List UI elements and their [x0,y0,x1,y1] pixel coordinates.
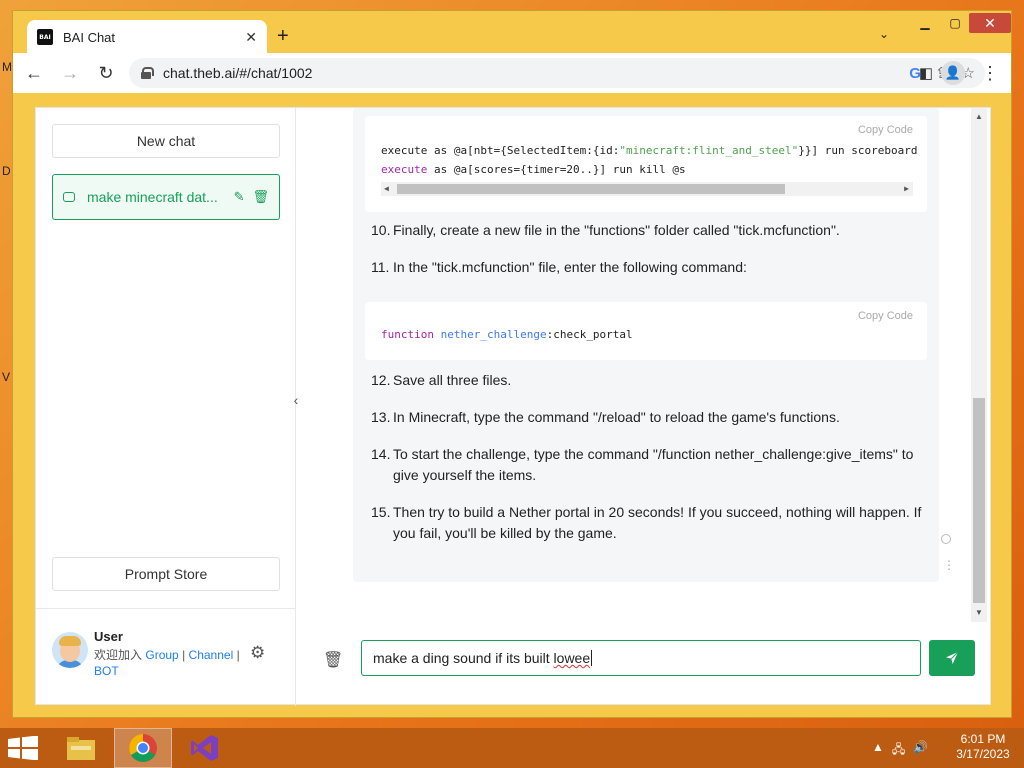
back-button[interactable]: ← [19,58,49,88]
taskbar-clock[interactable]: 6:01 PM 3/17/2023 [948,732,1018,762]
chat-main: Copy Code execute as @a[nbt={SelectedIte… [297,108,992,706]
send-button[interactable] [929,640,975,676]
side-panel-icon[interactable]: ◧ [911,58,941,88]
lock-icon[interactable] [141,67,154,79]
file-explorer-taskbar-button[interactable] [52,728,110,768]
reload-button[interactable]: ↻ [91,58,121,88]
code-line: function nether_challenge:check_portal [381,328,633,341]
list-item: 14. To start the challenge, type the comm… [371,446,914,483]
vertical-scrollbar[interactable]: ▲ ▼ [971,108,987,622]
user-panel: User 欢迎加入 Group | Channel | BOT ⚙ [36,608,296,706]
input-row: 🗑 make a ding sound if its built lowee [297,622,992,706]
horizontal-scrollbar[interactable]: ◀ ▶ [381,182,913,196]
assistant-message: Copy Code execute as @a[nbt={SelectedIte… [353,108,939,582]
show-hidden-icons-icon[interactable]: ▲ [872,740,884,761]
scrollbar-thumb[interactable] [973,398,985,603]
clear-chat-trash-icon[interactable]: 🗑 [323,650,343,670]
scroll-down-icon[interactable]: ▼ [975,608,983,617]
delete-icon[interactable]: 🗑 [252,189,269,205]
user-avatar [52,632,88,668]
browser-menu-icon[interactable]: ⋮ [975,58,1005,88]
chat-history-item[interactable]: make minecraft dat... ✎ 🗑 [52,174,280,220]
browser-window: BAI BAI Chat ✕ + ⌄ ▁ ▢ ✕ ← → ↻ chat.theb… [12,10,1012,718]
message-status-icon [941,534,951,544]
group-link[interactable]: Group [145,648,178,662]
system-tray: ▲ 🖧 🔊 [872,740,928,761]
code-block: Copy Code function nether_challenge:chec… [365,302,927,360]
scroll-right-icon[interactable]: ▶ [904,182,909,196]
desktop-icon-label[interactable]: V [2,370,10,384]
minimize-window-button[interactable]: ▁ [911,13,939,33]
text-caret [591,650,593,666]
desktop-icon-label[interactable]: D [2,164,11,178]
user-welcome-text: 欢迎加入 Group | Channel | BOT [94,647,244,679]
bai-favicon-icon: BAI [37,29,53,45]
new-tab-button[interactable]: + [277,25,289,47]
volume-icon[interactable]: 🔊 [913,740,928,761]
forward-button[interactable]: → [55,58,85,88]
scrollbar-thumb[interactable] [397,184,785,194]
visual-studio-taskbar-button[interactable] [176,728,234,768]
list-item: 11. In the "tick.mcfunction" file, enter … [371,259,747,275]
edit-icon[interactable]: ✎ [234,189,245,205]
copy-code-button[interactable]: Copy Code [858,310,913,322]
url-text[interactable]: chat.theb.ai/#/chat/1002 [163,65,909,81]
misspelled-word: lowee [553,650,591,666]
visual-studio-icon [191,735,218,761]
link-separator: | [236,648,240,662]
page-viewport: New chat make minecraft dat... ✎ 🗑 Promp… [13,93,1011,717]
copy-code-button[interactable]: Copy Code [858,124,913,136]
code-line: execute as @a[nbt={SelectedItem:{id:"min… [381,144,918,157]
folder-icon [67,737,95,760]
browser-tab[interactable]: BAI BAI Chat ✕ [27,20,267,54]
close-tab-icon[interactable]: ✕ [245,29,257,46]
chrome-taskbar-button[interactable] [114,728,172,768]
list-item: 15. Then try to build a Nether portal in … [371,504,922,541]
code-line: execute as @a[scores={timer=20..}] run k… [381,163,686,176]
maximize-window-button[interactable]: ▢ [941,13,969,33]
chat-item-label: make minecraft dat... [87,189,218,205]
clock-date: 3/17/2023 [956,747,1010,761]
send-icon [946,651,959,664]
new-chat-button[interactable]: New chat [52,124,280,158]
list-item: 10. Finally, create a new file in the "fu… [371,222,840,238]
link-separator: | [182,648,186,662]
close-window-button[interactable]: ✕ [969,13,1011,33]
scroll-left-icon[interactable]: ◀ [384,182,389,196]
scroll-up-icon[interactable]: ▲ [975,112,983,121]
user-name: User [94,629,123,644]
chat-bubble-icon [63,192,75,202]
settings-gear-icon[interactable]: ⚙ [250,643,265,663]
browser-toolbar: ← → ↻ chat.theb.ai/#/chat/1002 G ⇪ ☆ ◧ 👤… [13,53,1011,93]
tab-search-chevron-icon[interactable]: ⌄ [879,27,889,41]
message-input[interactable]: make a ding sound if its built lowee [361,640,921,676]
network-icon[interactable]: 🖧 [892,740,905,761]
taskbar: ▲ 🖧 🔊 6:01 PM 3/17/2023 [0,728,1024,768]
windows-start-icon[interactable] [8,736,38,760]
profile-avatar-icon[interactable]: 👤 [941,61,965,85]
input-text: make a ding sound if its built [373,650,554,666]
tab-bar: BAI BAI Chat ✕ + ⌄ ▁ ▢ ✕ [13,11,1011,54]
chrome-icon [129,734,157,762]
prompt-store-button[interactable]: Prompt Store [52,557,280,591]
clock-time: 6:01 PM [960,732,1006,746]
sidebar: New chat make minecraft dat... ✎ 🗑 Promp… [36,108,296,706]
channel-link[interactable]: Channel [189,648,234,662]
more-options-icon[interactable]: ⋮ [943,558,955,572]
list-item: 12. Save all three files. [371,372,512,388]
bot-link[interactable]: BOT [94,664,119,678]
chat-app: New chat make minecraft dat... ✎ 🗑 Promp… [35,107,992,706]
desktop-icon-label[interactable]: M [2,60,12,74]
list-item: 13. In Minecraft, type the command "/relo… [371,409,840,425]
tab-title: BAI Chat [63,29,116,45]
address-bar[interactable]: chat.theb.ai/#/chat/1002 G ⇪ ☆ [129,58,985,88]
welcome-label: 欢迎加入 [94,648,143,662]
code-block: Copy Code execute as @a[nbt={SelectedIte… [365,116,927,212]
